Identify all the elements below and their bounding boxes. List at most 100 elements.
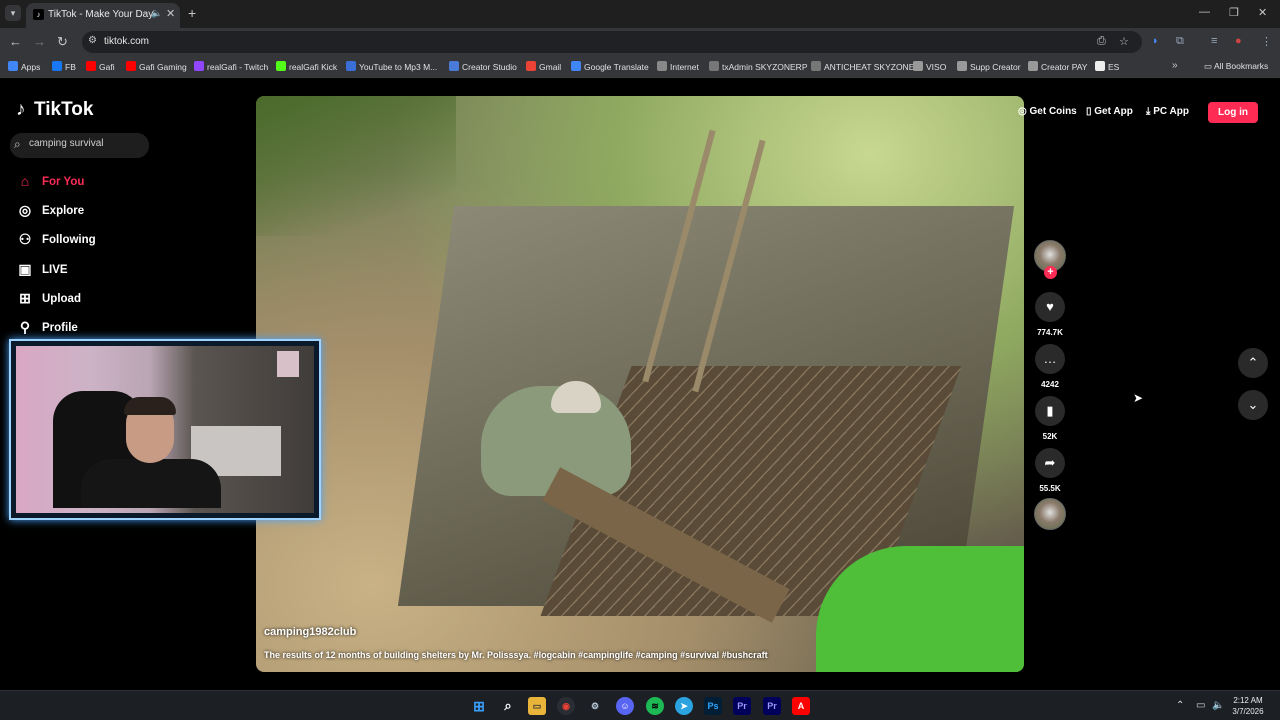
sidebar-item-for-you[interactable]: ⌂ For You [14, 172, 214, 194]
close-tab-icon[interactable]: ✕ [166, 7, 175, 20]
bookmark-item[interactable]: Internet [657, 61, 699, 72]
back-icon[interactable]: ← [9, 34, 22, 49]
bookmark-item[interactable]: realGafi Kick [276, 61, 337, 72]
steam-icon[interactable]: ⚙ [586, 697, 604, 715]
more-bookmarks-icon[interactable]: » [1172, 60, 1178, 71]
music-disc-avatar[interactable] [1034, 498, 1066, 530]
premiere-icon[interactable]: Pr [763, 697, 781, 715]
like-heart-icon[interactable]: ♥ [1035, 292, 1065, 322]
bookmark-item[interactable]: Gafi [86, 61, 115, 72]
bookmark-item[interactable]: ES [1095, 61, 1119, 72]
restore-icon[interactable]: ❐ [1229, 6, 1239, 19]
download-icon [346, 61, 356, 71]
translate-icon [571, 61, 581, 71]
search-box[interactable]: ⌕ [10, 133, 149, 158]
share-icon[interactable]: ➦ [1035, 448, 1065, 478]
chevron-up-icon[interactable]: ⌃ [1238, 348, 1268, 378]
bookmark-icon[interactable]: ▮ [1035, 396, 1065, 426]
all-bookmarks[interactable]: ▭ All Bookmarks [1204, 61, 1268, 72]
pc-app-button[interactable]: ⤓ PC App [1146, 106, 1189, 117]
save-count: 52K [1042, 432, 1058, 441]
kick-icon [276, 61, 286, 71]
file-explorer-icon[interactable]: ▭ [528, 697, 546, 715]
tab-search-button[interactable]: ▾ [5, 5, 21, 21]
bookmark-item[interactable]: Gmail [526, 61, 561, 72]
reload-icon[interactable]: ↻ [57, 34, 68, 50]
volume-icon[interactable]: 🔈 [1212, 700, 1224, 711]
extension-icon[interactable]: ◗ [1152, 35, 1159, 47]
bookmark-item[interactable]: Apps [8, 61, 40, 72]
photoshop-icon[interactable]: Ps [704, 697, 722, 715]
clock-time: 2:12 AM [1233, 696, 1263, 705]
browser-toolbar: ← → ↻ ⚙ tiktok.com ⎙ ☆ ◗ ⧉ ≡ ● ⋮ [0, 28, 1280, 56]
globe-icon [1028, 61, 1038, 71]
chevron-down-icon[interactable]: ⌄ [1238, 390, 1268, 420]
address-bar[interactable]: ⚙ tiktok.com ⎙ ☆ [82, 31, 1142, 53]
profile-avatar-icon[interactable]: ● [1235, 35, 1242, 47]
sidebar-item-following[interactable]: ⚇ Following [14, 230, 214, 252]
bookmark-item[interactable]: VISO [913, 61, 946, 72]
like-count: 774.7K [1037, 328, 1063, 337]
bookmark-star-icon[interactable]: ☆ [1119, 35, 1129, 48]
bookmark-item[interactable]: YouTube to Mp3 M... [346, 61, 437, 72]
gmail-icon [526, 61, 536, 71]
new-tab-button[interactable]: + [188, 5, 196, 21]
bookmark-item[interactable]: Gafi Gaming [126, 61, 187, 72]
windows-start-icon[interactable]: ⊞ [470, 697, 488, 715]
tray-chevron-up-icon[interactable]: ⌃ [1176, 700, 1184, 711]
forward-icon[interactable]: → [33, 34, 46, 49]
spotify-icon[interactable]: ≋ [646, 697, 664, 715]
video-player[interactable] [256, 96, 1024, 672]
browser-tab[interactable]: ♪ TikTok - Make Your Day 🔈 ✕ [26, 3, 180, 28]
bookmark-item[interactable]: FB [52, 61, 76, 72]
webcam-feed [124, 397, 176, 415]
people-icon: ⚇ [18, 231, 32, 247]
acrobat-icon[interactable]: A [792, 697, 810, 715]
install-app-icon[interactable]: ⎙ [1097, 35, 1106, 48]
home-icon: ⌂ [20, 173, 30, 189]
get-coins-button[interactable]: ◎ Get Coins [1018, 106, 1077, 117]
follow-plus-icon[interactable]: + [1044, 266, 1057, 279]
search-input[interactable] [29, 138, 144, 149]
sidebar-item-upload[interactable]: ⊞ Upload [14, 289, 214, 311]
youtube-icon [86, 61, 96, 71]
discord-icon[interactable]: ☺ [616, 697, 634, 715]
tiktok-note-icon: ♪ [16, 99, 26, 120]
get-app-button[interactable]: ▯ Get App [1086, 106, 1133, 117]
sidebar-item-profile[interactable]: ⚲ Profile [14, 318, 214, 340]
close-window-icon[interactable]: ✕ [1258, 6, 1267, 19]
extensions-puzzle-icon[interactable]: ⧉ [1176, 35, 1184, 48]
login-button[interactable]: Log in [1208, 102, 1258, 123]
menu-kebab-icon[interactable]: ⋮ [1261, 35, 1272, 48]
es-icon [1095, 61, 1105, 71]
media-control-icon[interactable]: ≡ [1211, 35, 1217, 47]
meta-icon [449, 61, 459, 71]
bookmark-item[interactable]: Creator PAY [1028, 61, 1087, 72]
tiktok-logo[interactable]: ♪ TikTok [16, 99, 93, 121]
system-clock[interactable]: 2:12 AM 3/7/2026 [1228, 695, 1268, 717]
search-icon[interactable]: ⌕ [14, 137, 21, 152]
minimize-icon[interactable]: — [1199, 6, 1210, 18]
bookmark-item[interactable]: realGafi - Twitch [194, 61, 268, 72]
premiere-icon[interactable]: Pr [733, 697, 751, 715]
site-info-icon[interactable]: ⚙ [88, 35, 97, 46]
globe-icon [957, 61, 967, 71]
sidebar-item-live[interactable]: ▣ LIVE [14, 260, 214, 282]
speaker-icon[interactable]: 🔈 [151, 8, 162, 19]
bookmark-item[interactable]: ANTICHEAT SKYZONE [811, 61, 914, 72]
comment-icon[interactable]: … [1035, 344, 1065, 374]
bookmark-item[interactable]: Supp Creator [957, 61, 1021, 72]
tiktok-favicon-icon: ♪ [33, 9, 44, 20]
search-icon[interactable]: ⌕ [499, 697, 517, 715]
chrome-icon[interactable]: ◉ [557, 697, 575, 715]
bookmarks-bar: Apps FB Gafi Gafi Gaming realGafi - Twit… [0, 56, 1280, 78]
webcam-overlay [9, 339, 321, 520]
bookmark-item[interactable]: Creator Studio [449, 61, 517, 72]
display-icon[interactable]: ▭ [1196, 700, 1205, 711]
facebook-icon [52, 61, 62, 71]
video-username[interactable]: camping1982club [264, 626, 356, 638]
sidebar-item-explore[interactable]: ◎ Explore [14, 201, 214, 223]
bookmark-item[interactable]: txAdmin SKYZONERP [709, 61, 808, 72]
bookmark-item[interactable]: Google Translate [571, 61, 649, 72]
telegram-icon[interactable]: ➤ [675, 697, 693, 715]
